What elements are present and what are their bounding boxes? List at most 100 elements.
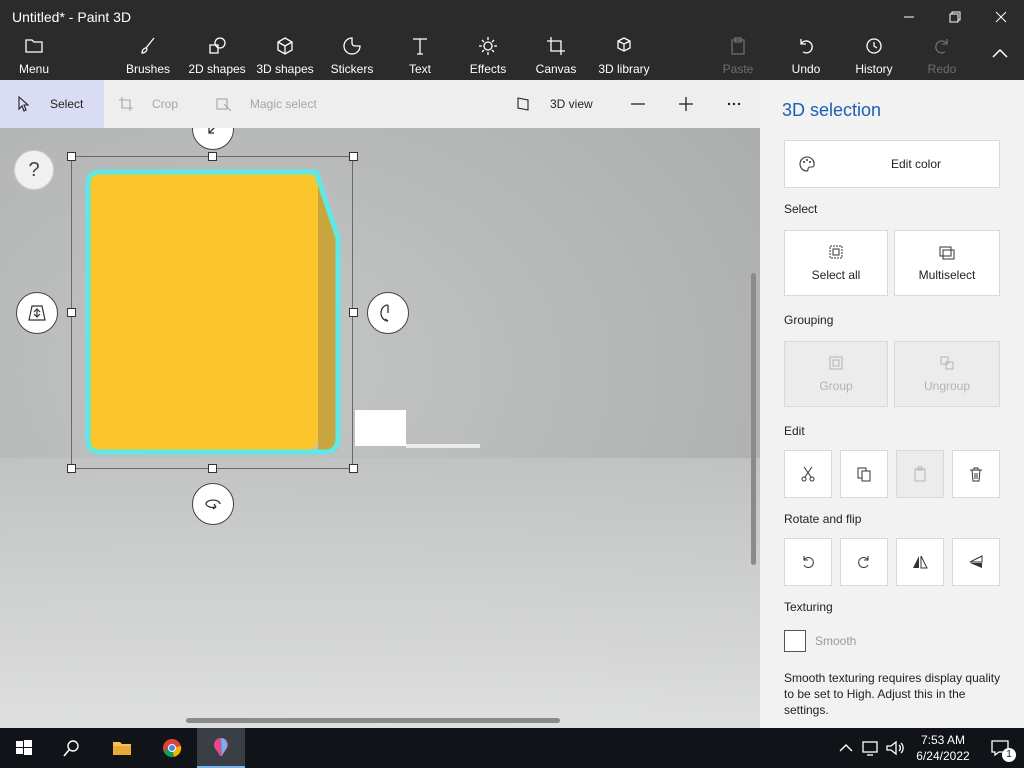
brushes-label: Brushes	[125, 62, 171, 76]
resize-handle[interactable]	[349, 464, 358, 473]
more-options-button[interactable]	[726, 80, 746, 128]
crop-tool-label: Crop	[152, 97, 179, 111]
cut-button[interactable]	[784, 450, 832, 498]
group-button[interactable]: Group	[784, 341, 888, 407]
close-button[interactable]	[978, 2, 1024, 32]
horizontal-scrollbar[interactable]	[186, 718, 560, 723]
stickers-button[interactable]: Stickers	[328, 36, 376, 78]
network-button[interactable]	[858, 728, 884, 768]
magic-select-tool[interactable]: Magic select	[216, 80, 336, 128]
2d-shapes-label: 2D shapes	[188, 62, 246, 76]
chevron-up-icon	[992, 48, 1008, 58]
paint-3d-icon	[214, 738, 228, 756]
paint-3d-taskbar-button[interactable]	[197, 728, 245, 768]
canvas-button[interactable]: Canvas	[534, 36, 578, 78]
white-shape	[355, 410, 406, 446]
search-button[interactable]	[48, 728, 96, 768]
speaker-icon	[886, 740, 904, 756]
resize-handle[interactable]	[349, 152, 358, 161]
help-button[interactable]: ?	[14, 150, 54, 190]
flip-horizontal-icon	[913, 555, 928, 569]
close-icon	[995, 11, 1007, 23]
copy-button[interactable]	[840, 450, 888, 498]
zoom-out-button[interactable]	[630, 80, 650, 128]
canvas-area[interactable]: ?	[0, 128, 760, 728]
rotate-left-button[interactable]	[784, 538, 832, 586]
show-hidden-icons-button[interactable]	[834, 728, 858, 768]
undo-button[interactable]: Undo	[788, 36, 824, 78]
3d-library-button[interactable]: 3D library	[596, 36, 652, 78]
select-tool[interactable]: Select	[0, 80, 104, 128]
resize-handle[interactable]	[208, 464, 217, 473]
flip-vertical-button[interactable]	[952, 538, 1000, 586]
effects-label: Effects	[469, 62, 507, 76]
chrome-icon	[163, 739, 182, 758]
rotate-y-button[interactable]	[367, 292, 409, 334]
ungroup-icon	[940, 356, 954, 370]
vertical-scrollbar[interactable]	[751, 273, 756, 565]
menu-button[interactable]: Menu	[14, 36, 54, 78]
window-title: Untitled* - Paint 3D	[12, 9, 132, 25]
selection-box[interactable]	[71, 156, 353, 469]
ungroup-button[interactable]: Ungroup	[894, 341, 1000, 407]
menu-label: Menu	[18, 62, 50, 76]
rotate-right-button[interactable]	[840, 538, 888, 586]
brushes-button[interactable]: Brushes	[122, 36, 174, 78]
toolbar: Select Crop Magic select 3D view	[0, 80, 760, 128]
text-button[interactable]: Text	[400, 36, 440, 78]
texturing-section-label: Texturing	[784, 600, 833, 614]
resize-handle[interactable]	[67, 308, 76, 317]
history-label: History	[855, 62, 893, 76]
chrome-button[interactable]	[148, 728, 196, 768]
rotate-x-button[interactable]	[192, 483, 234, 525]
multiselect-icon	[939, 246, 955, 260]
chevron-up-icon	[839, 744, 853, 752]
resize-handle[interactable]	[349, 308, 358, 317]
depth-icon	[28, 305, 46, 321]
select-all-icon	[829, 245, 843, 259]
zoom-in-button[interactable]	[678, 80, 698, 128]
resize-handle[interactable]	[67, 464, 76, 473]
text-label: Text	[408, 62, 431, 76]
grouping-section-label: Grouping	[784, 313, 834, 327]
multiselect-button[interactable]: Multiselect	[894, 230, 1000, 296]
2d-shapes-button[interactable]: 2D shapes	[186, 36, 248, 78]
effects-icon	[479, 37, 497, 55]
paste-panel-button[interactable]	[896, 450, 944, 498]
history-button[interactable]: History	[852, 36, 896, 78]
3d-view-label: 3D view	[550, 97, 593, 111]
flip-horizontal-button[interactable]	[896, 538, 944, 586]
rotate-left-icon	[803, 556, 814, 568]
volume-button[interactable]	[882, 728, 908, 768]
3d-view-button[interactable]: 3D view	[516, 80, 616, 128]
effects-button[interactable]: Effects	[466, 36, 510, 78]
rotate-horizontal-icon	[205, 499, 221, 510]
crop-tool[interactable]: Crop	[118, 80, 198, 128]
redo-button[interactable]: Redo	[924, 36, 960, 78]
restore-button[interactable]	[932, 2, 978, 32]
ellipsis-icon	[727, 102, 741, 106]
select-all-button[interactable]: Select all	[784, 230, 888, 296]
redo-icon	[935, 39, 948, 54]
resize-handle[interactable]	[208, 152, 217, 161]
resize-handle[interactable]	[67, 152, 76, 161]
paste-label: Paste	[722, 62, 754, 76]
minimize-button[interactable]	[886, 2, 932, 32]
minus-icon	[631, 103, 645, 105]
delete-button[interactable]	[952, 450, 1000, 498]
edit-color-button[interactable]: Edit color	[784, 140, 1000, 188]
scissors-icon	[801, 466, 815, 482]
paste-button[interactable]: Paste	[720, 36, 756, 78]
smooth-checkbox[interactable]	[784, 630, 806, 652]
start-button[interactable]	[0, 728, 48, 768]
search-icon	[63, 740, 79, 757]
network-icon	[862, 741, 878, 756]
paste-icon	[731, 37, 745, 55]
clock-time: 7:53 AM	[920, 733, 966, 747]
action-center-button[interactable]: 1	[976, 728, 1024, 768]
3d-shapes-button[interactable]: 3D shapes	[254, 36, 316, 78]
smooth-label: Smooth	[815, 634, 857, 648]
file-explorer-button[interactable]	[98, 728, 146, 768]
system-clock[interactable]: 7:53 AM 6/24/2022	[912, 732, 974, 764]
depth-push-button[interactable]	[16, 292, 58, 334]
